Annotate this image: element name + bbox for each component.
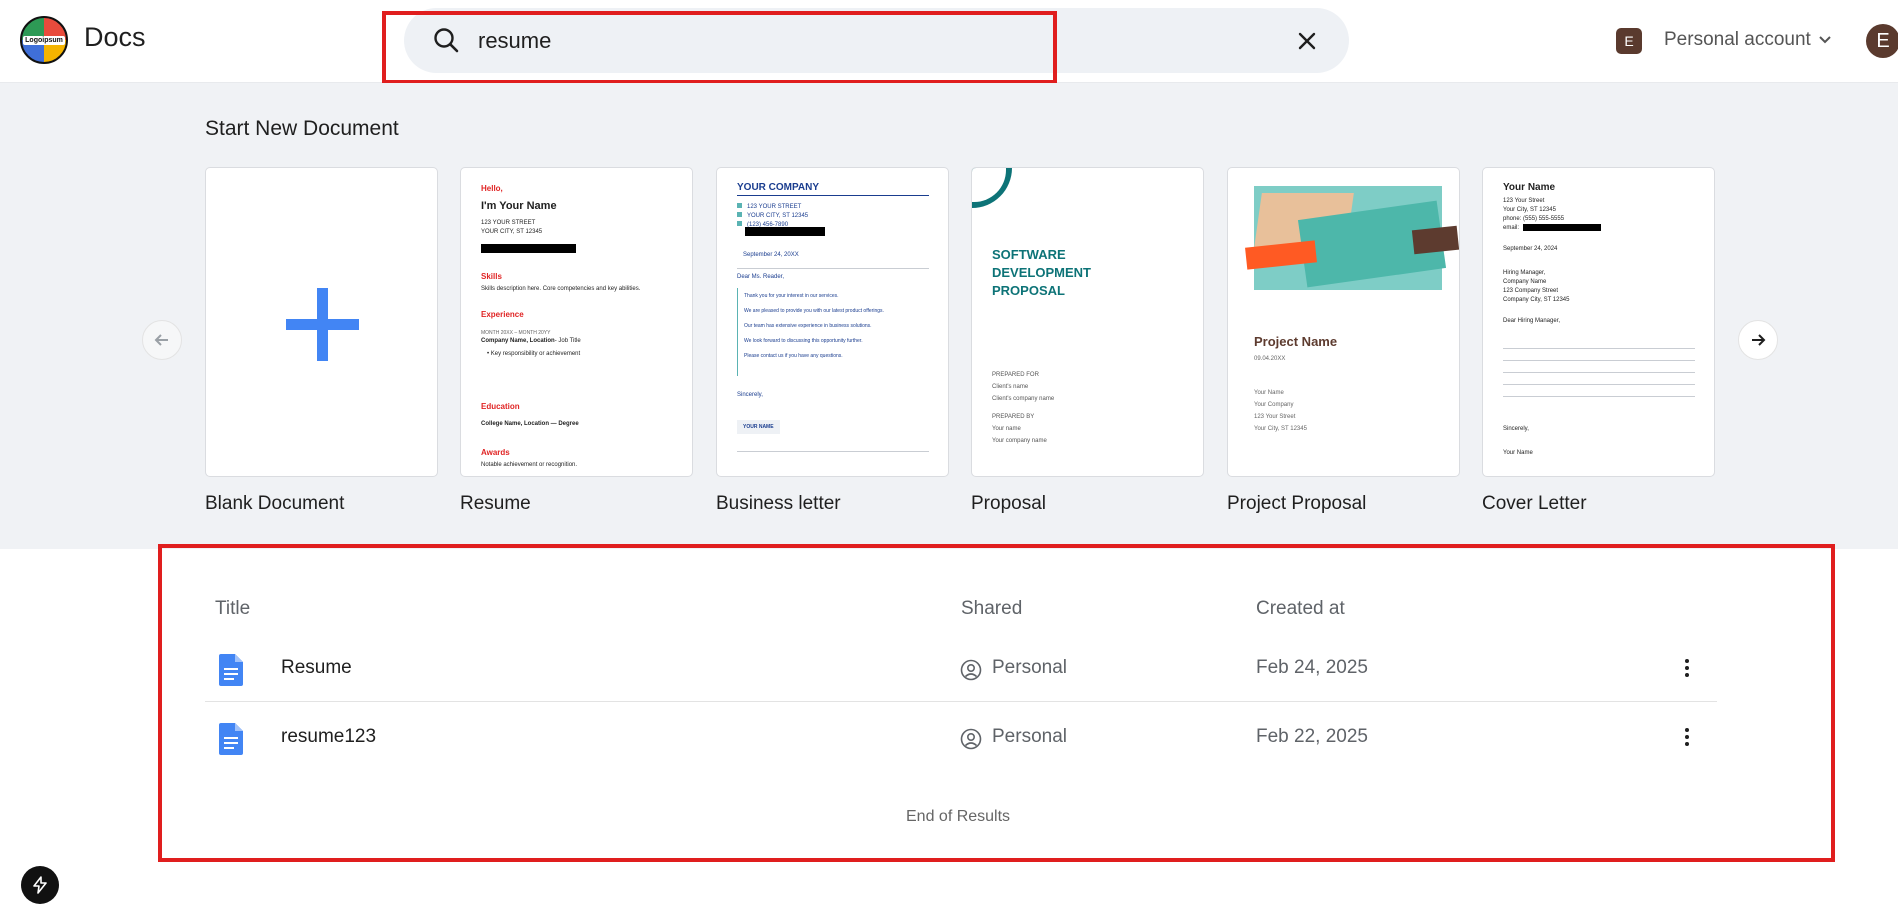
arrow-right-icon bbox=[1752, 334, 1766, 346]
thumb-text: 123 YOUR STREET bbox=[737, 203, 801, 210]
thumb-rule bbox=[1503, 348, 1695, 349]
thumb-text: Notable achievement or recognition. bbox=[481, 462, 578, 468]
template-card-proposal[interactable]: SOFTWARE DEVELOPMENT PROPOSAL PREPARED FOR… bbox=[971, 167, 1204, 477]
thumb-text: Education bbox=[481, 402, 520, 411]
arrow-left-icon bbox=[154, 334, 168, 346]
redaction-bar bbox=[1523, 224, 1601, 231]
thumb-text: 123 Your Street bbox=[1254, 414, 1296, 420]
thumb-text: phone: (555) 555-5555 bbox=[1503, 216, 1565, 222]
thumb-text: September 24, 2024 bbox=[1503, 246, 1558, 252]
thumb-text: Skills description here. Core competenci… bbox=[481, 286, 641, 292]
thumb-text: 123 Your Street bbox=[1503, 198, 1545, 204]
thumb-text: Your Company bbox=[1254, 402, 1294, 408]
templates-section: Start New Document Blank Document Hello,… bbox=[0, 83, 1898, 549]
template-label-resume[interactable]: Resume bbox=[460, 493, 531, 515]
thumb-text: YOUR COMPANY bbox=[737, 182, 820, 193]
template-label-business-letter[interactable]: Business letter bbox=[716, 493, 841, 515]
thumb-rule bbox=[737, 288, 738, 376]
thumb-rule bbox=[737, 451, 929, 452]
template-label-cover-letter[interactable]: Cover Letter bbox=[1482, 493, 1587, 515]
thumb-text: Dear Ms. Reader, bbox=[737, 274, 785, 280]
thumb-text: Your name bbox=[992, 426, 1021, 432]
account-switcher-label[interactable]: Personal account bbox=[1664, 29, 1811, 51]
thumb-text: Our team has extensive experience in bus… bbox=[744, 323, 872, 329]
thumb-rule bbox=[1503, 360, 1695, 361]
plus-icon bbox=[286, 288, 359, 361]
thumb-text: Your Name bbox=[1503, 182, 1556, 193]
thumb-rule bbox=[737, 195, 929, 196]
thumb-text: Client's company name bbox=[992, 396, 1055, 402]
thumb-text: Client's name bbox=[992, 384, 1029, 390]
results-highlight-box bbox=[158, 544, 1835, 862]
lightning-icon bbox=[33, 876, 47, 894]
thumb-text: YOUR NAME bbox=[737, 420, 780, 434]
thumb-text: Your City, ST 12345 bbox=[1503, 207, 1556, 213]
thumb-title: Project Name bbox=[1254, 334, 1338, 349]
carousel-next-button[interactable] bbox=[1738, 320, 1778, 360]
section-title: Start New Document bbox=[205, 117, 399, 140]
thumb-text: Company City, ST 12345 bbox=[1503, 297, 1570, 303]
thumb-text: Your company name bbox=[992, 438, 1047, 444]
chevron-down-icon[interactable] bbox=[1818, 33, 1832, 47]
bolt-fab-button[interactable] bbox=[21, 866, 59, 904]
thumb-text: 123 Company Street bbox=[1503, 288, 1559, 294]
thumb-text: Thank you for your interest in our servi… bbox=[744, 293, 839, 299]
app-title: Docs bbox=[84, 22, 146, 52]
thumb-text: Your Name bbox=[1503, 450, 1533, 456]
thumb-text: 123 YOUR STREET bbox=[481, 220, 536, 226]
carousel-prev-button[interactable] bbox=[142, 320, 182, 360]
logo[interactable]: Logoipsum bbox=[20, 16, 68, 64]
thumb-text: Hello, bbox=[481, 184, 503, 193]
thumb-text: PREPARED BY bbox=[992, 414, 1035, 420]
thumb-text: Hiring Manager, bbox=[1503, 270, 1546, 276]
close-icon[interactable] bbox=[1294, 28, 1320, 54]
template-label-blank[interactable]: Blank Document bbox=[205, 493, 344, 515]
search-highlight-box bbox=[382, 11, 1057, 84]
thumb-text: YOUR CITY, ST 12345 bbox=[737, 212, 808, 219]
thumb-text: Company Name bbox=[1503, 279, 1547, 285]
thumb-text: Your Name bbox=[1254, 390, 1284, 396]
template-card-blank[interactable] bbox=[205, 167, 438, 477]
thumb-rule bbox=[737, 268, 929, 269]
logo-text: Logoipsum bbox=[23, 35, 65, 45]
thumb-text: PREPARED FOR bbox=[992, 372, 1039, 378]
template-label-project-proposal[interactable]: Project Proposal bbox=[1227, 493, 1366, 515]
thumb-text: email: bbox=[1503, 225, 1520, 231]
thumb-text: Sincerely, bbox=[737, 392, 763, 398]
thumb-text: Awards bbox=[481, 448, 510, 457]
redaction-bar bbox=[745, 227, 825, 236]
redaction-bar bbox=[481, 244, 576, 253]
thumb-text: 09.04.20XX bbox=[1254, 356, 1286, 362]
thumb-text: Experience bbox=[481, 310, 524, 319]
account-badge[interactable]: E bbox=[1616, 28, 1642, 54]
template-card-resume[interactable]: Hello, I'm Your Name 123 YOUR STREET YOU… bbox=[460, 167, 693, 477]
thumb-text: Dear Hiring Manager, bbox=[1503, 318, 1561, 324]
template-label-proposal[interactable]: Proposal bbox=[971, 493, 1046, 515]
thumb-title: SOFTWARE DEVELOPMENT PROPOSAL bbox=[992, 247, 1091, 298]
thumb-text: We are pleased to provide you with our l… bbox=[744, 308, 884, 314]
thumb-rule bbox=[1503, 396, 1695, 397]
thumb-graphic bbox=[1411, 225, 1459, 255]
thumb-text: I'm Your Name bbox=[481, 200, 557, 212]
thumb-text: YOUR CITY, ST 12345 bbox=[481, 229, 543, 235]
template-card-project-proposal[interactable]: Project Name 09.04.20XX Your Name Your C… bbox=[1227, 167, 1460, 477]
thumb-decoration bbox=[972, 168, 1006, 202]
template-card-business-letter[interactable]: YOUR COMPANY 123 YOUR STREET YOUR CITY, … bbox=[716, 167, 949, 477]
thumb-text: Please contact us if you have any questi… bbox=[744, 353, 843, 359]
thumb-text: We look forward to discussing this oppor… bbox=[744, 338, 863, 344]
template-card-cover-letter[interactable]: Your Name 123 Your Street Your City, ST … bbox=[1482, 167, 1715, 477]
thumb-text: Company Name, Location- Job Title bbox=[481, 338, 581, 344]
thumb-text: MONTH 20XX – MONTH 20YY bbox=[481, 330, 551, 336]
thumb-text: • Key responsibility or achievement bbox=[487, 351, 581, 357]
thumb-text: College Name, Location — Degree bbox=[481, 421, 579, 427]
thumb-text: Skills bbox=[481, 272, 502, 281]
thumb-text: Sincerely, bbox=[1503, 426, 1529, 432]
thumb-text: Your City, ST 12345 bbox=[1254, 426, 1307, 432]
user-avatar[interactable]: E bbox=[1866, 24, 1898, 58]
thumb-rule bbox=[1503, 372, 1695, 373]
thumb-rule bbox=[1503, 384, 1695, 385]
thumb-text: September 24, 20XX bbox=[743, 252, 799, 258]
